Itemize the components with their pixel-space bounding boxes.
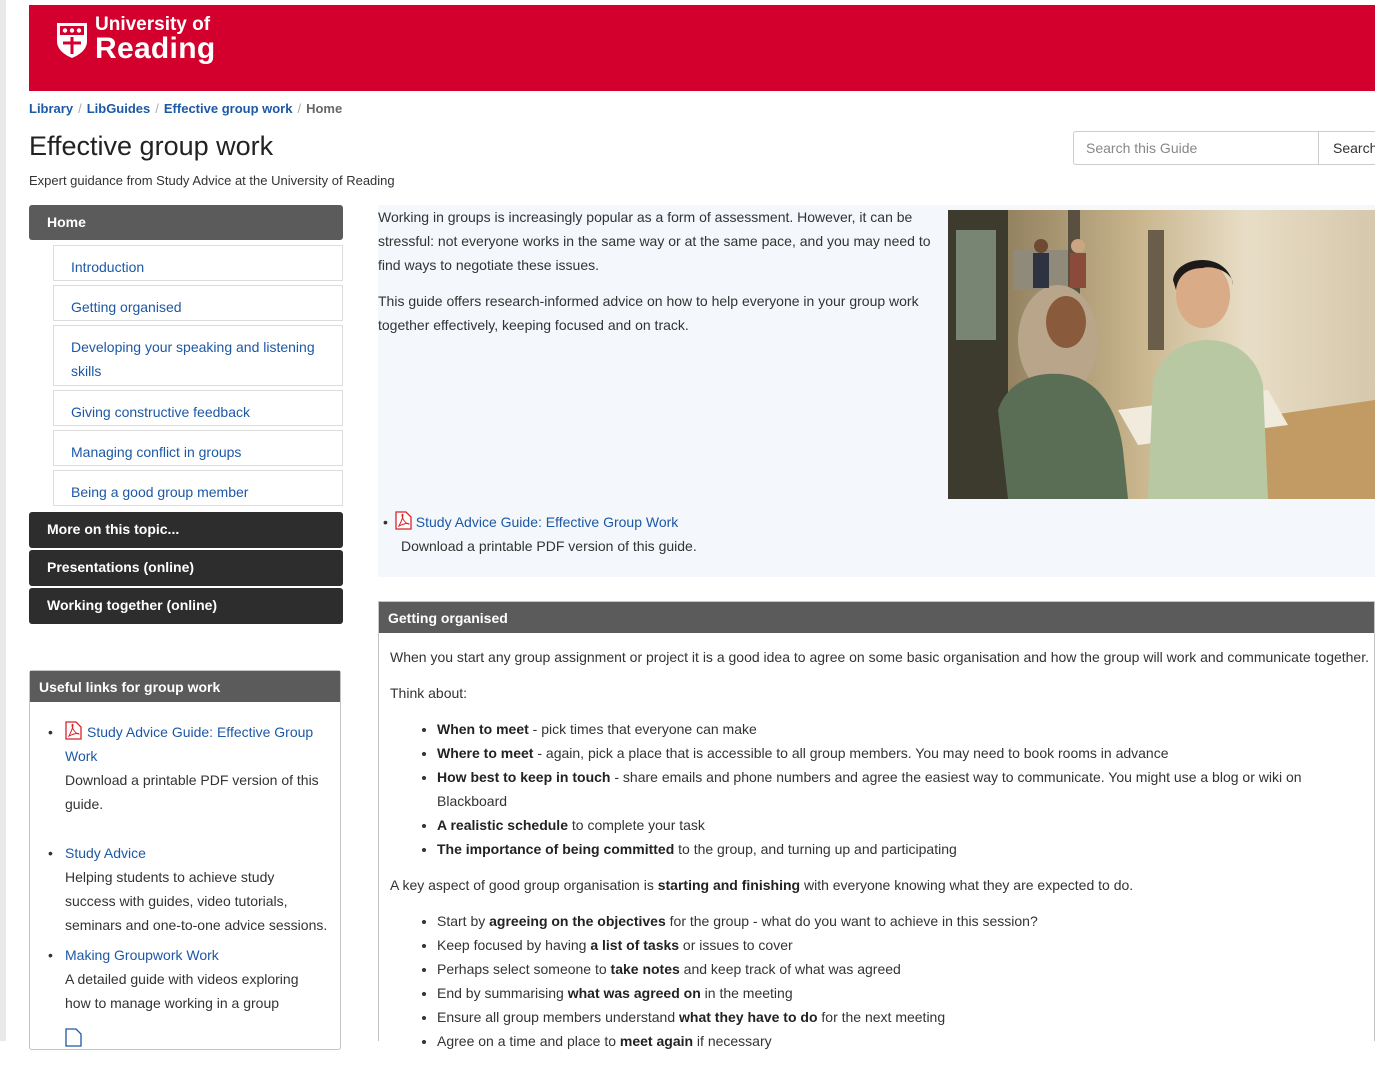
university-logo[interactable]: University of Reading bbox=[55, 15, 215, 64]
list-item: Keep focused by having a list of tasks o… bbox=[437, 933, 1375, 957]
list-item: • Study Advice Guide: Effective Group Wo… bbox=[48, 720, 328, 816]
pdf-icon bbox=[65, 1028, 82, 1047]
list-item: Ensure all group members understand what… bbox=[437, 1005, 1375, 1029]
university-crest-icon bbox=[57, 22, 87, 58]
organisation-list: Start by agreeing on the objectives for … bbox=[390, 909, 1375, 1053]
list-item: When to meet - pick times that everyone … bbox=[437, 717, 1375, 741]
list-item: End by summarising what was agreed on in… bbox=[437, 981, 1375, 1005]
nav-presentations-online[interactable]: Presentations (online) bbox=[29, 550, 343, 586]
page-title: Effective group work bbox=[29, 131, 274, 161]
useful-links-title: Useful links for group work bbox=[30, 671, 340, 702]
header-banner: University of Reading bbox=[29, 5, 1375, 91]
intro-pdf-link[interactable]: Study Advice Guide: Effective Group Work bbox=[416, 514, 679, 530]
useful-link-desc: Download a printable PDF version of this… bbox=[65, 772, 319, 812]
list-item: How best to keep in touch - share emails… bbox=[437, 765, 1375, 813]
list-item: The importance of being committed to the… bbox=[437, 837, 1375, 861]
breadcrumb-effective-group-work[interactable]: Effective group work bbox=[164, 101, 293, 116]
paragraph: Think about: bbox=[390, 685, 468, 701]
paragraph: When you start any group assignment or p… bbox=[390, 649, 1370, 665]
useful-link-making-groupwork-work[interactable]: Making Groupwork Work bbox=[65, 947, 219, 963]
useful-link-pdf-guide[interactable]: Study Advice Guide: Effective Group Work bbox=[65, 724, 313, 764]
getting-organised-body: When you start any group assignment or p… bbox=[390, 645, 1375, 1065]
pdf-icon bbox=[395, 511, 412, 530]
useful-link-study-advice[interactable]: Study Advice bbox=[65, 845, 146, 861]
list-item: Agree on a time and place to meet again … bbox=[437, 1029, 1375, 1053]
useful-link-desc: A detailed guide with videos exploring h… bbox=[65, 971, 299, 1011]
breadcrumb-library[interactable]: Library bbox=[29, 101, 73, 116]
pdf-icon bbox=[65, 721, 82, 740]
intro-pdf-item: • Study Advice Guide: Effective Group Wo… bbox=[383, 510, 697, 558]
intro-text: Working in groups is increasingly popula… bbox=[378, 205, 934, 349]
getting-organised-box: Getting organised When you start any gro… bbox=[378, 601, 1375, 1049]
breadcrumb-libguides[interactable]: LibGuides bbox=[87, 101, 151, 116]
nav-home[interactable]: Home bbox=[29, 205, 343, 240]
list-item: A realistic schedule to complete your ta… bbox=[437, 813, 1375, 837]
useful-links-box: Useful links for group work • Study Advi… bbox=[29, 670, 341, 1050]
list-item bbox=[48, 1027, 328, 1051]
breadcrumb: Library / LibGuides / Effective group work / H… bbox=[29, 101, 343, 116]
subnav-introduction[interactable]: Introduction bbox=[53, 245, 343, 281]
getting-organised-title: Getting organised bbox=[379, 602, 1374, 633]
subnav-constructive-feedback[interactable]: Giving constructive feedback bbox=[53, 390, 343, 426]
subnav-getting-organised[interactable]: Getting organised bbox=[53, 285, 343, 321]
list-item: • Study Advice Helping students to achie… bbox=[48, 845, 328, 933]
page-subtitle: Expert guidance from Study Advice at the… bbox=[29, 173, 395, 188]
list-item: Where to meet - again, pick a place that… bbox=[437, 741, 1375, 765]
students-photo bbox=[948, 210, 1375, 499]
think-about-list: When to meet - pick times that everyone … bbox=[390, 717, 1375, 861]
list-item: Start by agreeing on the objectives for … bbox=[437, 909, 1375, 933]
nav-more-on-topic[interactable]: More on this topic... bbox=[29, 512, 343, 548]
intro-pdf-desc: Download a printable PDF version of this… bbox=[401, 538, 697, 554]
subnav-speaking-listening[interactable]: Developing your speaking and listening s… bbox=[53, 325, 343, 386]
subnav-good-group-member[interactable]: Being a good group member bbox=[53, 470, 343, 506]
logo-line2: Reading bbox=[95, 32, 216, 65]
search-button[interactable]: Search bbox=[1318, 131, 1375, 165]
nav-working-together-online[interactable]: Working together (online) bbox=[29, 588, 343, 624]
intro-paragraph: This guide offers research-informed advi… bbox=[378, 293, 919, 333]
useful-link-desc: Helping students to achieve study succes… bbox=[65, 869, 328, 933]
breadcrumb-current: Home bbox=[306, 101, 343, 116]
list-item: Perhaps select someone to take notes and… bbox=[437, 957, 1375, 981]
subnav-managing-conflict[interactable]: Managing conflict in groups bbox=[53, 430, 343, 466]
intro-paragraph: Working in groups is increasingly popula… bbox=[378, 209, 931, 273]
list-item: • Making Groupwork Work A detailed guide… bbox=[48, 947, 299, 1011]
left-gutter bbox=[0, 0, 6, 1041]
paragraph: A key aspect of good group organisation … bbox=[390, 877, 1134, 893]
search-input[interactable] bbox=[1073, 131, 1319, 165]
